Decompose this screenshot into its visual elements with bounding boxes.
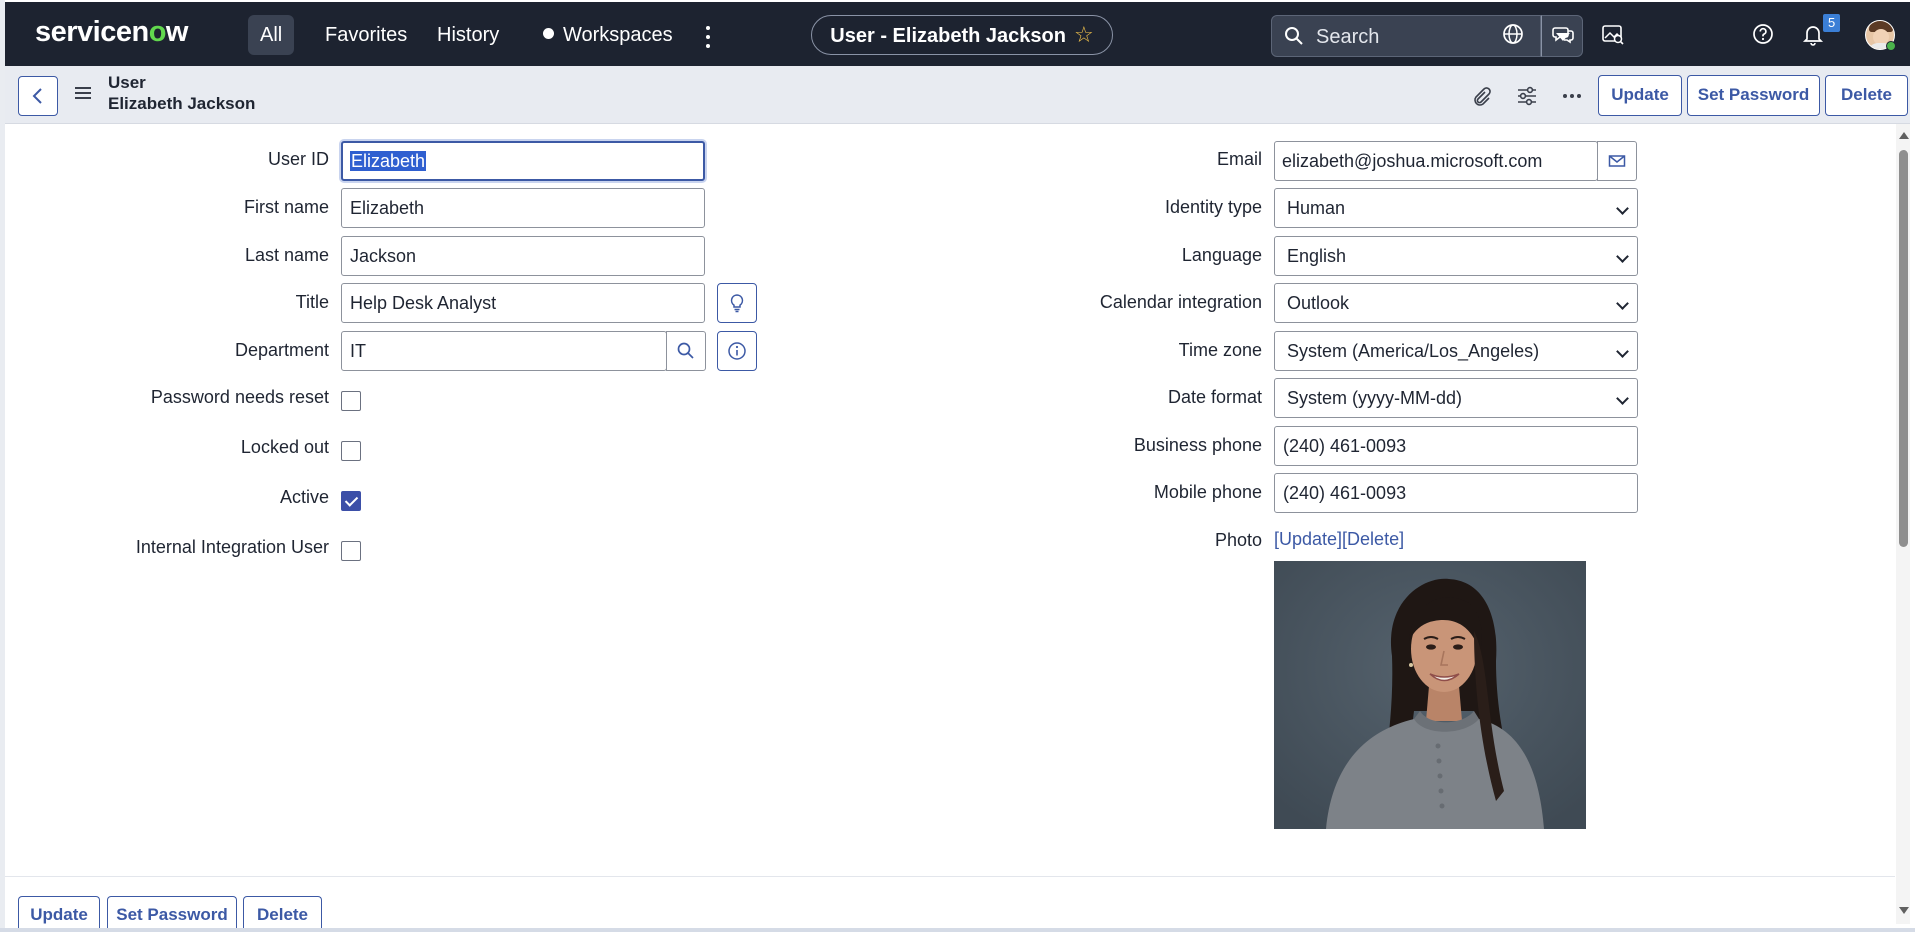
form-record-name: Elizabeth Jackson xyxy=(108,94,256,113)
nav-tab-history[interactable]: History xyxy=(425,15,511,55)
top-navigation-bar: servicenow All Favorites History Workspa… xyxy=(5,2,1910,66)
locked-out-checkbox[interactable] xyxy=(341,441,361,461)
department-lookup-button[interactable] xyxy=(666,331,706,371)
business-phone-input[interactable]: (240) 461-0093 xyxy=(1274,426,1638,466)
header-update-button[interactable]: Update xyxy=(1598,75,1682,116)
email-input[interactable]: elizabeth@joshua.microsoft.com xyxy=(1274,141,1598,181)
more-menu-icon[interactable] xyxy=(700,17,716,53)
attachment-paperclip-icon[interactable] xyxy=(1470,85,1492,107)
form-context-menu-icon[interactable] xyxy=(75,87,91,101)
presence-status-indicator xyxy=(1886,41,1896,51)
scroll-down-arrow-icon[interactable] xyxy=(1899,907,1909,914)
last-name-label: Last name xyxy=(244,245,329,265)
record-context-title: User - Elizabeth Jackson xyxy=(830,25,1066,47)
nav-tab-all[interactable]: All xyxy=(248,15,295,55)
business-phone-label: Business phone xyxy=(1133,435,1262,455)
more-options-ellipsis-icon[interactable] xyxy=(1561,85,1583,107)
search-placeholder: Search xyxy=(1316,26,1380,48)
info-icon xyxy=(728,342,746,360)
active-label: Active xyxy=(279,487,329,507)
first-name-input[interactable]: Elizabeth xyxy=(341,188,705,228)
search-icon xyxy=(1285,27,1303,45)
footer-set-password-button[interactable]: Set Password xyxy=(107,896,237,932)
language-label: Language xyxy=(1181,245,1262,265)
locked-out-label: Locked out xyxy=(240,437,329,457)
image-search-icon[interactable] xyxy=(1601,22,1625,46)
time-zone-label: Time zone xyxy=(1178,340,1262,360)
password-needs-reset-label: Password needs reset xyxy=(150,387,329,407)
time-zone-select[interactable]: System (America/Los_Angeles) xyxy=(1274,331,1638,371)
window-edge xyxy=(0,0,5,932)
workspaces-dot-icon xyxy=(543,28,554,40)
nav-tab-favorites[interactable]: Favorites xyxy=(313,15,419,55)
header-set-password-button[interactable]: Set Password xyxy=(1687,75,1820,116)
scrollbar-thumb[interactable] xyxy=(1899,150,1908,547)
mobile-phone-label: Mobile phone xyxy=(1153,482,1262,502)
photo-label: Photo xyxy=(1214,530,1262,550)
first-name-label: First name xyxy=(243,197,329,217)
calendar-integration-select[interactable]: Outlook xyxy=(1274,283,1638,323)
search-icon xyxy=(677,342,694,359)
title-suggestion-button[interactable] xyxy=(717,283,757,323)
language-select[interactable]: English xyxy=(1274,236,1638,276)
photo-update-link[interactable]: [Update] xyxy=(1274,529,1342,549)
email-label: Email xyxy=(1216,149,1262,169)
user-id-input[interactable]: Elizabeth xyxy=(341,141,705,181)
chevron-left-icon xyxy=(32,88,42,104)
footer-update-button[interactable]: Update xyxy=(18,896,100,932)
active-checkbox[interactable] xyxy=(341,491,361,511)
photo-links: [Update][Delete] xyxy=(1274,529,1404,550)
mobile-phone-input[interactable]: (240) 461-0093 xyxy=(1274,473,1638,513)
record-context-pill[interactable]: User - Elizabeth Jackson ☆ xyxy=(811,15,1113,55)
title-label: Title xyxy=(295,292,329,312)
scroll-up-arrow-icon[interactable] xyxy=(1899,132,1909,139)
favorite-star-icon[interactable]: ☆ xyxy=(1074,22,1094,47)
department-info-button[interactable] xyxy=(717,331,757,371)
last-name-input[interactable]: Jackson xyxy=(341,236,705,276)
user-id-label: User ID xyxy=(267,149,329,169)
form-header: User Elizabeth Jackson Update Set Passwo… xyxy=(5,66,1910,124)
servicenow-logo[interactable]: servicenow xyxy=(35,16,188,49)
envelope-icon xyxy=(1608,155,1626,167)
date-format-label: Date format xyxy=(1167,387,1262,407)
date-format-select[interactable]: System (yyyy-MM-dd) xyxy=(1274,378,1638,418)
header-delete-button[interactable]: Delete xyxy=(1825,75,1908,116)
lightbulb-icon xyxy=(730,294,744,313)
nav-tab-workspaces[interactable]: Workspaces xyxy=(533,15,685,55)
window-bottom-border xyxy=(0,928,1915,932)
send-email-button[interactable] xyxy=(1597,141,1637,181)
notification-count-badge: 5 xyxy=(1823,14,1841,32)
help-icon[interactable] xyxy=(1751,22,1775,46)
globe-icon[interactable] xyxy=(1501,22,1525,46)
form-table-label: User xyxy=(108,73,146,92)
notifications-bell-icon[interactable] xyxy=(1801,22,1825,46)
chat-icon[interactable] xyxy=(1551,22,1575,46)
title-input[interactable]: Help Desk Analyst xyxy=(341,283,705,323)
footer-delete-button[interactable]: Delete xyxy=(243,896,322,932)
user-portrait-image xyxy=(1274,561,1586,829)
department-input[interactable]: IT xyxy=(341,331,667,371)
identity-type-label: Identity type xyxy=(1164,197,1262,217)
user-photo xyxy=(1274,561,1586,829)
password-needs-reset-checkbox[interactable] xyxy=(341,391,361,411)
identity-type-select[interactable]: Human xyxy=(1274,188,1638,228)
personalize-sliders-icon[interactable] xyxy=(1516,85,1538,107)
internal-integration-user-label: Internal Integration User xyxy=(135,537,329,557)
photo-delete-link[interactable]: [Delete] xyxy=(1342,529,1404,549)
workspaces-label: Workspaces xyxy=(563,24,673,46)
department-label: Department xyxy=(234,340,329,360)
back-button[interactable] xyxy=(18,76,58,116)
calendar-integration-label: Calendar integration xyxy=(1099,292,1262,312)
internal-integration-user-checkbox[interactable] xyxy=(341,541,361,561)
